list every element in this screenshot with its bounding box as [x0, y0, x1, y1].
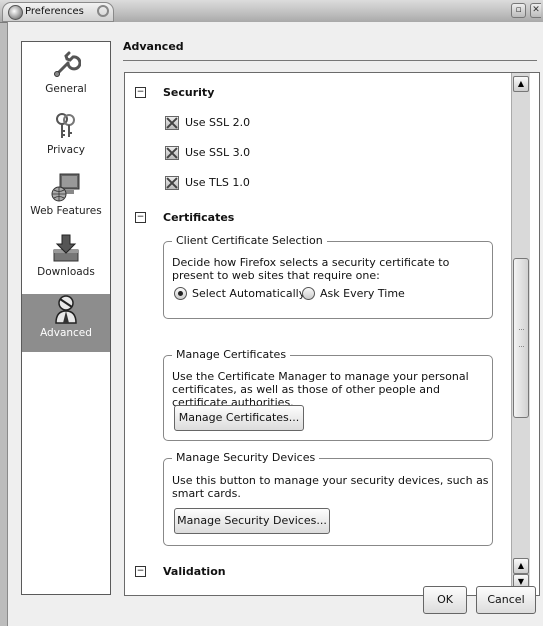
sidebar-item-downloads[interactable]: Downloads	[22, 233, 110, 293]
vertical-scrollbar[interactable]: ▲ ▲ ▼	[511, 73, 530, 593]
manage-security-devices-group: Manage Security Devices Use this button …	[163, 451, 493, 546]
computer-globe-icon	[51, 173, 80, 202]
ask-every-time-radio[interactable]	[302, 287, 315, 300]
sidebar-item-advanced[interactable]: Advanced	[22, 294, 110, 352]
sidebar-item-label: General	[45, 83, 87, 95]
category-sidebar: General Privacy Web Features Downloads A…	[21, 41, 111, 595]
use-tls1-label: Use TLS 1.0	[185, 176, 250, 189]
use-tls1-checkbox[interactable]	[165, 176, 179, 190]
app-icon	[8, 5, 23, 20]
certificates-heading: Certificates	[163, 211, 235, 224]
advanced-settings-pane[interactable]: − Security Use SSL 2.0 Use SSL 3.0 Use T…	[124, 72, 540, 596]
sidebar-item-label: Advanced	[40, 327, 92, 339]
advanced-person-icon	[55, 295, 77, 324]
validation-heading: Validation	[163, 565, 226, 578]
sidebar-item-label: Web Features	[30, 205, 102, 217]
downloads-tray-icon	[53, 234, 79, 262]
sidebar-item-web-features[interactable]: Web Features	[22, 172, 110, 232]
ok-button[interactable]: OK	[423, 586, 467, 614]
maximize-button[interactable]: ▫	[511, 3, 526, 18]
use-ssl3-label: Use SSL 3.0	[185, 146, 251, 159]
wrench-icon	[54, 51, 81, 77]
manage-certificates-description: Use the Certificate Manager to manage yo…	[172, 370, 469, 409]
title-bar: Preferences ▫ ✕	[0, 0, 543, 23]
certificates-collapse-toggle[interactable]: −	[135, 212, 146, 223]
scroll-up-arrow-icon-bottom[interactable]: ▲	[513, 558, 529, 574]
manage-certificates-group: Manage Certificates Use the Certificate …	[163, 348, 493, 441]
window-menu-icon[interactable]	[97, 5, 109, 17]
close-button[interactable]: ✕	[530, 3, 541, 18]
manage-security-devices-legend: Manage Security Devices	[172, 451, 320, 464]
ask-every-time-label[interactable]: Ask Every Time	[320, 287, 405, 300]
sidebar-item-label: Privacy	[46, 144, 86, 156]
select-automatically-label[interactable]: Select Automatically	[192, 287, 305, 300]
validation-collapse-toggle[interactable]: −	[135, 566, 146, 577]
window-title: Preferences	[25, 6, 84, 17]
manage-security-devices-button[interactable]: Manage Security Devices...	[174, 508, 330, 534]
keys-icon	[56, 113, 75, 138]
sidebar-item-label: Downloads	[37, 266, 95, 278]
select-automatically-radio[interactable]	[174, 287, 187, 300]
manage-security-devices-description: Use this button to manage your security …	[172, 474, 489, 500]
client-certificate-selection-group: Client Certificate Selection Decide how …	[163, 234, 493, 319]
use-ssl2-label: Use SSL 2.0	[185, 116, 251, 129]
sidebar-item-general[interactable]: General	[22, 50, 110, 110]
sidebar-item-privacy[interactable]: Privacy	[22, 111, 110, 171]
page-title: Advanced	[123, 40, 184, 53]
window-title-tab[interactable]: Preferences	[2, 2, 114, 22]
use-ssl2-checkbox[interactable]	[165, 116, 179, 130]
cancel-button[interactable]: Cancel	[476, 586, 536, 614]
manage-certificates-button[interactable]: Manage Certificates...	[174, 405, 304, 431]
scrollbar-grip	[519, 329, 524, 347]
manage-certificates-legend: Manage Certificates	[172, 348, 291, 361]
scroll-up-arrow-icon[interactable]: ▲	[513, 76, 529, 92]
client-certificate-description: Decide how Firefox selects a security ce…	[172, 256, 450, 282]
client-certificate-selection-legend: Client Certificate Selection	[172, 234, 327, 247]
header-divider	[123, 60, 537, 61]
preferences-dialog: General Privacy Web Features Downloads A…	[7, 22, 543, 626]
security-heading: Security	[163, 86, 215, 99]
use-ssl3-checkbox[interactable]	[165, 146, 179, 160]
scrollbar-thumb[interactable]	[513, 258, 529, 418]
security-collapse-toggle[interactable]: −	[135, 87, 146, 98]
